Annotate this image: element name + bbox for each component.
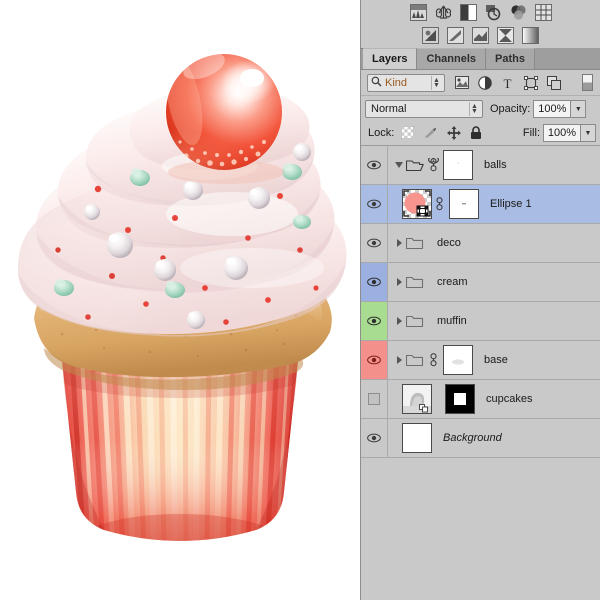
shape-layer-thumbnail[interactable] <box>402 189 432 219</box>
layer-visibility-toggle[interactable] <box>361 185 388 223</box>
gradient-map-icon[interactable] <box>522 26 539 44</box>
photoshop-window: Layers Channels Paths Kind ▲ ▼ T Normal … <box>0 0 600 600</box>
invert-icon[interactable] <box>497 26 514 44</box>
eye-hidden-icon <box>368 393 380 405</box>
filter-kind-label: Kind <box>385 76 408 89</box>
layer-mask-thumbnail[interactable] <box>443 345 473 375</box>
layer-visibility-toggle[interactable] <box>361 341 388 379</box>
folder-icon <box>405 236 424 250</box>
fill-dropdown-button[interactable]: ▼ <box>581 124 596 142</box>
tab-layers[interactable]: Layers <box>363 48 418 69</box>
chevron-right-icon[interactable] <box>392 239 406 247</box>
pixel-layer-filter-icon[interactable] <box>455 75 469 90</box>
layer-visibility-toggle[interactable] <box>361 224 388 262</box>
layer-mask-thumbnail[interactable] <box>443 150 473 180</box>
folder-icon <box>405 314 424 328</box>
layer-mask-thumbnail[interactable] <box>445 384 475 414</box>
fill-label: Fill: <box>522 127 540 139</box>
opacity-dropdown-button[interactable]: ▼ <box>571 99 587 118</box>
folder-icon <box>405 353 424 367</box>
adjustments-icon-row-2 <box>361 22 600 48</box>
levels-icon[interactable] <box>409 3 427 21</box>
table-row[interactable]: muffin <box>361 302 600 341</box>
table-row[interactable]: Ellipse 1 <box>361 185 600 224</box>
chevron-right-icon[interactable] <box>392 317 406 325</box>
table-row[interactable]: balls <box>361 146 600 185</box>
layer-filter-row: Kind ▲ ▼ T <box>361 70 600 96</box>
tab-paths[interactable]: Paths <box>486 48 535 69</box>
tab-bar-filler <box>534 48 600 69</box>
svg-text:T: T <box>504 76 512 90</box>
cupcake-illustration <box>17 52 347 541</box>
channel-mixer-icon[interactable] <box>472 26 489 44</box>
layer-name[interactable]: muffin <box>437 315 467 327</box>
vibrance-icon[interactable] <box>485 4 502 21</box>
folder-open-icon <box>405 158 424 172</box>
lock-all-icon[interactable] <box>470 126 484 140</box>
link-icon[interactable] <box>434 197 445 211</box>
table-row[interactable]: deco <box>361 224 600 263</box>
curves-icon[interactable] <box>435 4 452 21</box>
layers-panel: Layers Channels Paths Kind ▲ ▼ T Normal … <box>360 0 600 600</box>
layer-name[interactable]: Ellipse 1 <box>490 198 532 210</box>
opacity-label: Opacity: <box>490 102 531 115</box>
layer-visibility-toggle[interactable] <box>361 146 388 184</box>
color-balance-icon[interactable] <box>534 3 552 21</box>
layer-visibility-toggle[interactable] <box>361 419 388 457</box>
layer-name[interactable]: deco <box>437 237 461 249</box>
adjustment-layer-filter-icon[interactable] <box>478 75 492 90</box>
link-icon[interactable] <box>428 353 439 367</box>
filter-kind-stepper[interactable]: ▲ ▼ <box>431 75 441 90</box>
lock-label: Lock: <box>368 127 395 139</box>
layer-name[interactable]: base <box>484 354 508 366</box>
layer-visibility-toggle[interactable] <box>361 302 388 340</box>
lock-row: Lock: Fill: 100% ▼ <box>361 121 600 146</box>
link-icon[interactable] <box>428 156 439 172</box>
filter-kind-select[interactable]: Kind ▲ ▼ <box>367 73 445 92</box>
filter-enable-toggle[interactable] <box>582 74 593 91</box>
tab-channels[interactable]: Channels <box>417 48 486 69</box>
blend-mode-select[interactable]: Normal ▲ ▼ <box>365 99 483 118</box>
lock-position-icon[interactable] <box>447 126 462 140</box>
table-row[interactable]: cupcakes <box>361 380 600 419</box>
panel-tab-bar: Layers Channels Paths <box>361 48 600 70</box>
chevron-right-icon[interactable] <box>392 278 406 286</box>
exposure-icon[interactable] <box>459 3 477 21</box>
table-row[interactable]: base <box>361 341 600 380</box>
layer-visibility-toggle[interactable] <box>361 263 388 301</box>
lock-image-pixels-icon[interactable] <box>424 126 438 140</box>
layer-name[interactable]: Background <box>443 432 502 444</box>
fill-input[interactable]: 100% <box>543 124 581 142</box>
blend-mode-row: Normal ▲ ▼ Opacity: 100% ▼ <box>361 96 600 121</box>
layer-list: balls Ellipse 1 deco cream muffin base c… <box>361 146 600 458</box>
blend-mode-stepper[interactable]: ▲ ▼ <box>469 101 479 116</box>
search-icon <box>371 76 382 90</box>
document-canvas[interactable] <box>0 0 360 600</box>
adjustments-icon-row-1 <box>361 0 600 22</box>
smart-object-filter-icon[interactable] <box>547 75 561 90</box>
hue-saturation-icon[interactable] <box>510 4 527 21</box>
table-row[interactable]: Background <box>361 419 600 458</box>
black-white-icon[interactable] <box>422 26 439 44</box>
vector-mask-thumbnail[interactable] <box>449 189 479 219</box>
layer-name[interactable]: cream <box>437 276 468 288</box>
filter-type-icons: T <box>455 75 561 91</box>
opacity-input[interactable]: 100% <box>533 99 572 118</box>
layer-name[interactable]: cupcakes <box>486 393 532 405</box>
folder-icon <box>405 275 424 289</box>
layer-visibility-toggle[interactable] <box>361 380 388 418</box>
layer-name[interactable]: balls <box>484 159 507 171</box>
photo-filter-icon[interactable] <box>447 26 464 44</box>
type-layer-filter-icon[interactable]: T <box>501 76 515 91</box>
lock-transparent-pixels-icon[interactable] <box>400 125 415 140</box>
blend-mode-value: Normal <box>371 102 407 115</box>
background-layer-thumbnail[interactable] <box>402 423 432 453</box>
chevron-right-icon[interactable] <box>392 356 406 364</box>
chevron-down-icon[interactable] <box>392 162 406 168</box>
table-row[interactable]: cream <box>361 263 600 302</box>
shape-layer-filter-icon[interactable] <box>524 75 538 90</box>
smart-object-thumbnail[interactable] <box>402 384 432 414</box>
